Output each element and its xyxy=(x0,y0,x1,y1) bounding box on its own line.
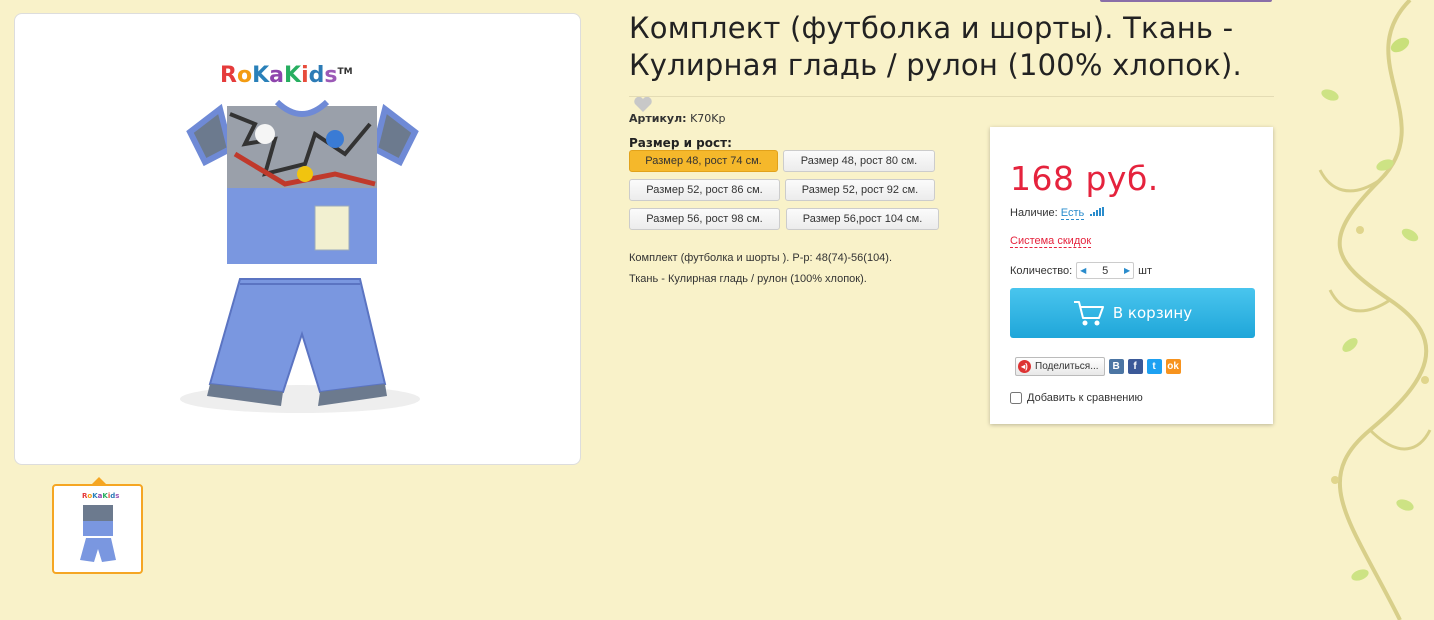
svg-text:RoKaKids: RoKaKids xyxy=(82,492,119,500)
signal-icon xyxy=(1090,207,1105,216)
product-description: Комплект (футболка и шорты ). Р-р: 48(74… xyxy=(629,248,969,290)
stock-line: Наличие: Есть xyxy=(1010,207,1105,220)
brand-logo: RoKaKidsTM xyxy=(220,63,353,88)
size-option[interactable]: Размер 52, рост 86 см. xyxy=(629,179,780,201)
compare-label: Добавить к сравнению xyxy=(1027,392,1143,404)
facebook-icon[interactable]: f xyxy=(1127,359,1143,374)
share-button-label: Поделиться... xyxy=(1035,361,1099,372)
vk-icon[interactable]: В xyxy=(1108,359,1124,374)
product-title: Комплект (футболка и шорты). Ткань - Кул… xyxy=(629,10,1249,121)
title-divider xyxy=(629,96,1274,97)
size-option[interactable]: Размер 52, рост 92 см. xyxy=(785,179,935,201)
product-title-text: Комплект (футболка и шорты). Ткань - Кул… xyxy=(629,11,1242,82)
compare-option[interactable]: Добавить к сравнению xyxy=(1010,392,1143,404)
sku-label: Артикул: xyxy=(629,112,687,125)
top-decoration xyxy=(1100,0,1272,2)
sku-value: K70Kp xyxy=(690,112,726,125)
decorative-vines xyxy=(1318,0,1432,620)
quantity-unit: шт xyxy=(1138,264,1153,277)
stock-value[interactable]: Есть xyxy=(1060,207,1085,220)
size-option[interactable]: Размер 56, рост 98 см. xyxy=(629,208,780,230)
thumbnail-illustration: RoKaKids xyxy=(80,492,119,562)
quantity-value[interactable]: 5 xyxy=(1102,265,1108,277)
increase-icon[interactable]: ▶ xyxy=(1124,266,1130,275)
quantity-label: Количество: xyxy=(1010,264,1073,277)
share-row: ◂) Поделиться... В f t ok xyxy=(1015,357,1181,376)
stock-label: Наличие: xyxy=(1010,207,1058,219)
product-thumbnail[interactable]: RoKaKids xyxy=(52,484,143,574)
price: 168 руб. xyxy=(1010,159,1159,198)
share-button[interactable]: ◂) Поделиться... xyxy=(1015,357,1105,376)
size-option[interactable]: Размер 56,рост 104 см. xyxy=(786,208,939,230)
size-label: Размер и рост: xyxy=(629,136,732,150)
decrease-icon[interactable]: ◀ xyxy=(1080,266,1086,275)
cart-icon xyxy=(1073,301,1104,326)
quantity-row: Количество: ◀ 5 ▶ шт xyxy=(1010,262,1152,279)
add-to-cart-button[interactable]: В корзину xyxy=(1010,288,1255,338)
product-main-image[interactable]: RoKaKidsTM xyxy=(14,13,581,465)
add-to-cart-label: В корзину xyxy=(1112,304,1193,322)
quantity-stepper[interactable]: ◀ 5 ▶ xyxy=(1076,262,1135,279)
heart-icon[interactable] xyxy=(633,96,653,113)
description-line: Ткань - Кулирная гладь / рулон (100% хло… xyxy=(629,273,867,285)
sku-line: Артикул: K70Kp xyxy=(629,112,725,125)
description-line: Комплект (футболка и шорты ). Р-р: 48(74… xyxy=(629,252,893,264)
product-illustration: RoKaKidsTM xyxy=(180,63,420,413)
size-option[interactable]: Размер 48, рост 74 см. xyxy=(629,150,778,172)
discount-system-link[interactable]: Система скидок xyxy=(1010,235,1092,248)
compare-checkbox[interactable] xyxy=(1010,392,1022,404)
size-option[interactable]: Размер 48, рост 80 см. xyxy=(783,150,935,172)
share-icon: ◂) xyxy=(1018,360,1031,373)
odnoklassniki-icon[interactable]: ok xyxy=(1165,359,1181,374)
buy-box: 168 руб. Наличие: Есть Система скидок Ко… xyxy=(990,127,1273,424)
twitter-icon[interactable]: t xyxy=(1146,359,1162,374)
thumb-indicator xyxy=(92,477,106,484)
